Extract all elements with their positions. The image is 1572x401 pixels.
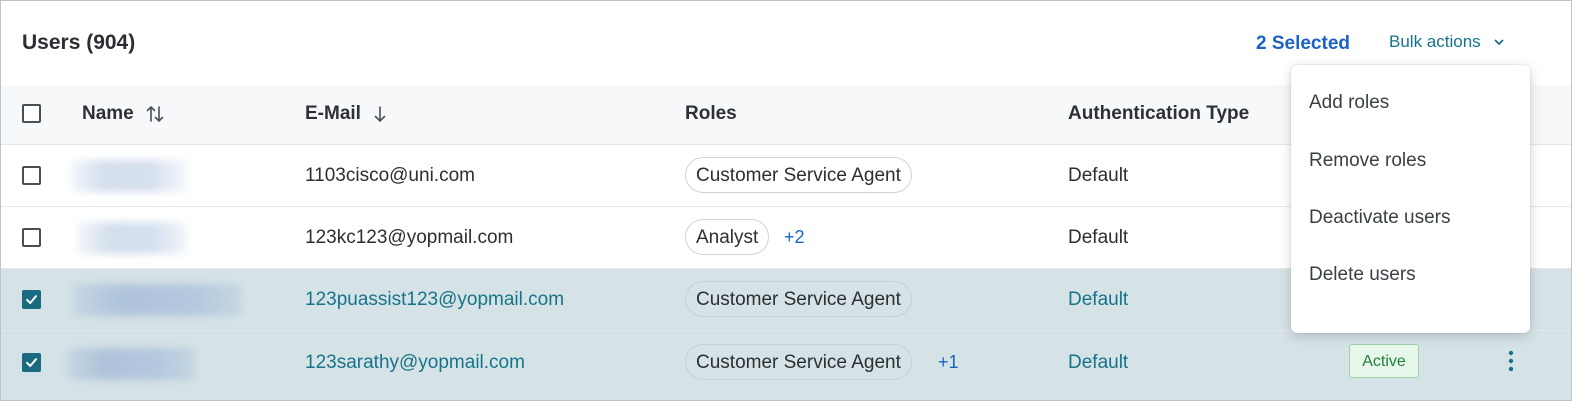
chevron-down-icon bbox=[1494, 39, 1504, 45]
column-name-label: Name bbox=[82, 103, 134, 124]
row-checkbox[interactable] bbox=[22, 290, 41, 309]
role-chip: Analyst bbox=[685, 219, 770, 255]
row-checkbox[interactable] bbox=[22, 353, 41, 372]
row-auth-type: Default bbox=[1068, 289, 1129, 310]
role-chip: Customer Service Agent bbox=[685, 344, 912, 380]
arrow-down-icon[interactable] bbox=[373, 104, 387, 124]
row-email: 123kc123@yopmail.com bbox=[305, 227, 514, 248]
column-header-email[interactable]: E-Mail bbox=[305, 103, 387, 125]
column-header-roles: Roles bbox=[685, 103, 737, 125]
role-chip: Customer Service Agent bbox=[685, 281, 912, 317]
row-auth-type: Default bbox=[1068, 165, 1129, 186]
column-roles-label: Roles bbox=[685, 103, 737, 124]
name-redacted bbox=[73, 284, 241, 316]
sort-both-icon[interactable] bbox=[146, 104, 164, 124]
name-redacted bbox=[67, 348, 195, 380]
row-email: 1103cisco@uni.com bbox=[305, 165, 475, 186]
row-checkbox[interactable] bbox=[22, 228, 41, 247]
name-redacted bbox=[77, 222, 187, 254]
row-auth-type: Default bbox=[1068, 352, 1129, 373]
menu-item-delete-users[interactable]: Delete users bbox=[1291, 249, 1530, 301]
menu-item-deactivate-users[interactable]: Deactivate users bbox=[1291, 192, 1530, 244]
select-all-checkbox[interactable] bbox=[22, 104, 41, 123]
table-row[interactable]: 123sarathy@yopmail.com Customer Service … bbox=[1, 331, 1571, 400]
column-header-auth: Authentication Type bbox=[1068, 103, 1249, 125]
column-auth-label: Authentication Type bbox=[1068, 103, 1250, 124]
kebab-vertical-icon[interactable] bbox=[1502, 349, 1520, 373]
row-auth-type: Default bbox=[1068, 227, 1129, 248]
name-redacted bbox=[71, 160, 186, 192]
check-icon bbox=[26, 295, 37, 304]
bulk-actions-button[interactable]: Bulk actions bbox=[1389, 32, 1505, 52]
page-title: Users (904) bbox=[22, 31, 136, 54]
selected-count: 2 Selected bbox=[1256, 33, 1350, 54]
check-icon bbox=[26, 358, 37, 367]
more-roles-link[interactable]: +2 bbox=[784, 227, 805, 248]
row-email: 123sarathy@yopmail.com bbox=[305, 352, 525, 373]
users-panel: Users (904) 2 Selected Bulk actions Name… bbox=[0, 0, 1572, 401]
row-email: 123puassist123@yopmail.com bbox=[305, 289, 565, 310]
menu-item-add-roles[interactable]: Add roles bbox=[1291, 77, 1530, 129]
menu-item-remove-roles[interactable]: Remove roles bbox=[1291, 135, 1530, 187]
bulk-actions-menu: Add roles Remove roles Deactivate users … bbox=[1291, 65, 1530, 333]
more-roles-link[interactable]: +1 bbox=[938, 352, 959, 373]
row-checkbox[interactable] bbox=[22, 166, 41, 185]
column-header-name[interactable]: Name bbox=[82, 103, 164, 125]
column-email-label: E-Mail bbox=[305, 103, 361, 124]
bulk-actions-label: Bulk actions bbox=[1389, 32, 1481, 51]
role-chip: Customer Service Agent bbox=[685, 157, 912, 193]
status-badge: Active bbox=[1349, 344, 1419, 378]
